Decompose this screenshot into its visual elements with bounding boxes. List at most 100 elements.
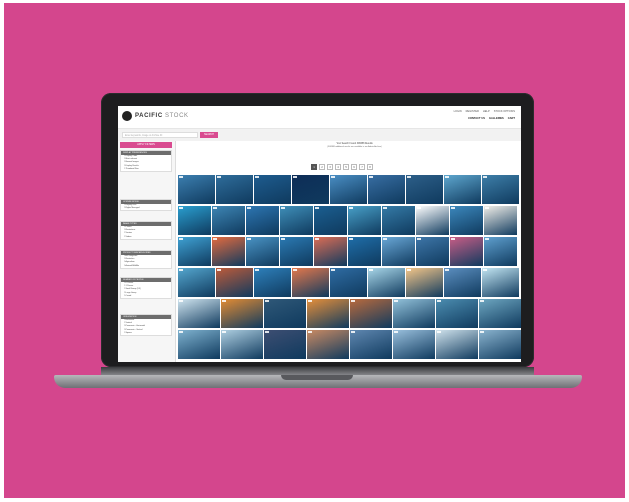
site-logo[interactable]: PACIFIC STOCK (122, 111, 189, 121)
image-thumbnail[interactable] (482, 268, 519, 297)
sidebar-option[interactable]: □ Thumbnail Size (121, 168, 171, 171)
sidebar-option[interactable]: □ Square (121, 332, 171, 335)
image-thumbnail[interactable] (482, 175, 519, 204)
image-thumbnail[interactable] (314, 237, 347, 266)
contact-link[interactable]: CONTACT US (468, 117, 485, 120)
image-thumbnail[interactable] (212, 206, 245, 235)
results-summary: Your Search Found 308388 Results (336, 143, 373, 145)
apply-filters-button[interactable]: APPLY FILTERS (120, 142, 172, 148)
filter-sidebar: APPLY FILTERS DISPLAY PREFERENCES □ Displ… (118, 141, 176, 362)
image-thumbnail[interactable] (406, 175, 443, 204)
thumbnail-badge (217, 176, 221, 178)
help-link[interactable]: HELP (483, 110, 490, 113)
page-button[interactable]: 1 (311, 164, 317, 170)
thumbnail-badge (331, 269, 335, 271)
sidebar-section: DISPLAY PREFERENCES □ Display Order □ Most… (120, 150, 172, 173)
sidebar-section: LICENSE MODEL □ Royalty Free □ Rights Mana… (120, 199, 172, 212)
thumbnail-badge (445, 269, 449, 271)
image-thumbnail[interactable] (436, 299, 478, 328)
image-thumbnail[interactable] (221, 299, 263, 328)
image-thumbnail[interactable] (216, 175, 253, 204)
results-note: (308388 additional results are available… (327, 146, 382, 148)
image-thumbnail[interactable] (292, 268, 329, 297)
image-thumbnail[interactable] (314, 206, 347, 235)
stock-options-link[interactable]: STOCK OPTIONS (494, 110, 515, 113)
image-thumbnail[interactable] (264, 330, 306, 359)
image-thumbnail[interactable] (416, 206, 449, 235)
thumbnail-badge (308, 331, 312, 333)
image-thumbnail[interactable] (254, 175, 291, 204)
image-thumbnail[interactable] (368, 268, 405, 297)
image-thumbnail[interactable] (444, 268, 481, 297)
search-input[interactable]: Enter keywords, Image or Archive ID (122, 132, 198, 138)
logo-text: PACIFIC STOCK (135, 113, 189, 119)
image-thumbnail[interactable] (280, 237, 313, 266)
thumbnail-badge (179, 300, 183, 302)
thumbnail-badge (247, 207, 251, 209)
sidebar-option[interactable]: □ Rights Managed (121, 207, 171, 210)
image-thumbnail[interactable] (307, 299, 349, 328)
image-thumbnail[interactable] (444, 175, 481, 204)
image-thumbnail[interactable] (393, 330, 435, 359)
image-thumbnail[interactable] (406, 268, 443, 297)
image-thumbnail[interactable] (264, 299, 306, 328)
thumbnail-badge (407, 269, 411, 271)
thumbnail-badge (281, 207, 285, 209)
sidebar-option[interactable]: □ Animals/Wildlife (121, 265, 171, 268)
image-thumbnail[interactable] (350, 330, 392, 359)
image-thumbnail[interactable] (382, 237, 415, 266)
image-thumbnail[interactable] (246, 206, 279, 235)
image-thumbnail[interactable] (450, 206, 483, 235)
search-bar: Enter keywords, Image or Archive ID SEAR… (118, 128, 521, 141)
thumbnail-badge (483, 269, 487, 271)
search-button[interactable]: SEARCH (200, 132, 218, 138)
register-link[interactable]: REGISTER (466, 110, 479, 113)
image-thumbnail[interactable] (479, 330, 521, 359)
page-button[interactable]: 2 (319, 164, 325, 170)
image-thumbnail[interactable] (330, 175, 367, 204)
gallery-row (178, 330, 521, 359)
image-thumbnail[interactable] (280, 206, 313, 235)
image-thumbnail[interactable] (436, 330, 478, 359)
image-thumbnail[interactable] (368, 175, 405, 204)
page-button[interactable]: 6 (351, 164, 357, 170)
image-thumbnail[interactable] (348, 206, 381, 235)
thumbnail-badge (451, 238, 455, 240)
page-button[interactable]: 5 (343, 164, 349, 170)
cart-link[interactable]: CART (508, 117, 515, 120)
image-thumbnail[interactable] (246, 237, 279, 266)
image-thumbnail[interactable] (484, 206, 517, 235)
image-thumbnail[interactable] (484, 237, 517, 266)
login-link[interactable]: LOGIN (454, 110, 462, 113)
image-thumbnail[interactable] (350, 299, 392, 328)
image-thumbnail[interactable] (254, 268, 291, 297)
galleries-link[interactable]: GALLERIES (489, 117, 504, 120)
image-thumbnail[interactable] (307, 330, 349, 359)
image-thumbnail[interactable] (450, 237, 483, 266)
sidebar-option[interactable]: □ Videos (121, 236, 171, 239)
image-thumbnail[interactable] (330, 268, 367, 297)
image-thumbnail[interactable] (178, 175, 215, 204)
thumbnail-badge (351, 331, 355, 333)
image-thumbnail[interactable] (393, 299, 435, 328)
page-button[interactable]: 7 (359, 164, 365, 170)
image-thumbnail[interactable] (292, 175, 329, 204)
image-thumbnail[interactable] (348, 237, 381, 266)
page-button[interactable]: 8 (367, 164, 373, 170)
thumbnail-badge (417, 238, 421, 240)
page-button[interactable]: 4 (335, 164, 341, 170)
image-thumbnail[interactable] (216, 268, 253, 297)
image-thumbnail[interactable] (178, 299, 220, 328)
image-thumbnail[interactable] (416, 237, 449, 266)
image-thumbnail[interactable] (178, 268, 215, 297)
image-thumbnail[interactable] (221, 330, 263, 359)
sidebar-option[interactable]: □ Crowd (121, 295, 171, 298)
image-thumbnail[interactable] (178, 206, 211, 235)
image-thumbnail[interactable] (212, 237, 245, 266)
thumbnail-badge (451, 207, 455, 209)
image-thumbnail[interactable] (382, 206, 415, 235)
image-thumbnail[interactable] (479, 299, 521, 328)
page-button[interactable]: 3 (327, 164, 333, 170)
image-thumbnail[interactable] (178, 237, 211, 266)
image-thumbnail[interactable] (178, 330, 220, 359)
